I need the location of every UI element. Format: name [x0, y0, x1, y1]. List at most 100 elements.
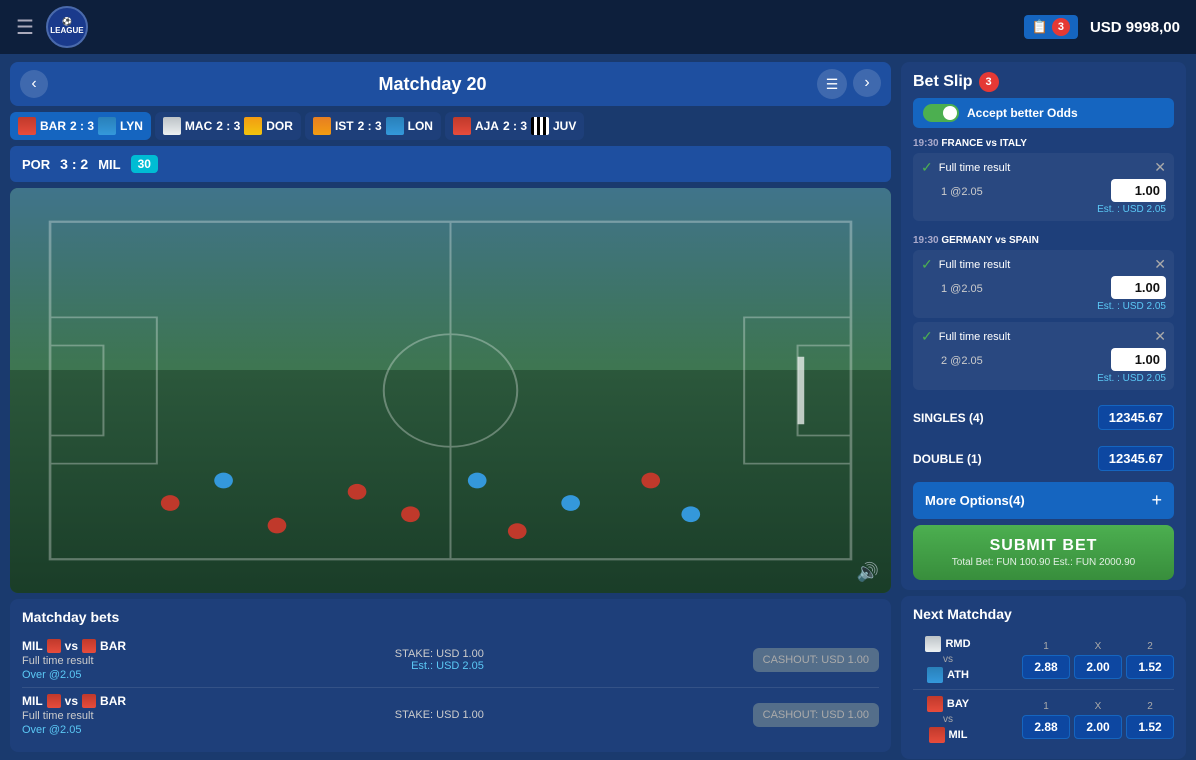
bet-entry-type-1-1: Full time result	[939, 331, 1011, 343]
live-score-bar: POR 3 : 2 MIL 30	[10, 146, 891, 182]
submit-bet-button[interactable]: SUBMIT BET Total Bet: FUN 100.90 Est.: F…	[913, 525, 1174, 580]
bet-type-1: Full time result	[22, 710, 126, 722]
bet-close-1-1[interactable]: ✕	[1154, 328, 1166, 345]
bet-amount-input-0-0[interactable]	[1111, 179, 1166, 202]
logo: ⚽LEAGUE	[46, 6, 88, 48]
jersey-lon	[386, 117, 404, 135]
odds-btn-x-0[interactable]: 2.00	[1074, 655, 1122, 679]
tab-team1-2: IST	[335, 119, 354, 133]
prev-matchday-button[interactable]: ‹	[20, 70, 48, 98]
left-panel: ‹ Matchday 20 ☰ › BAR 2 : 3 LYN MAC 2 : …	[10, 62, 891, 752]
double-row: DOUBLE (1) 12345.67	[913, 441, 1174, 476]
singles-row: SINGLES (4) 12345.67	[913, 400, 1174, 435]
odds-team1-0: RMD	[945, 638, 970, 650]
jersey-bar	[18, 117, 36, 135]
odds-row-1: BAY vs MIL 1 2.88 X 2.00	[913, 690, 1174, 749]
sound-icon[interactable]: 🔊	[857, 562, 879, 583]
bet-amount-input-1-1[interactable]	[1111, 348, 1166, 371]
odds-col-label-1-1: 1	[1043, 701, 1049, 712]
tab-team2-1: DOR	[266, 119, 293, 133]
tab-score-3: 2 : 3	[503, 119, 527, 133]
odds-btn-2-1[interactable]: 1.52	[1126, 715, 1174, 739]
bet-close-1-0[interactable]: ✕	[1154, 256, 1166, 273]
next-matchday-button[interactable]: ›	[853, 69, 881, 97]
live-team2: MIL	[98, 157, 120, 172]
score-tab-2[interactable]: IST 2 : 3 LON	[305, 112, 441, 140]
bet-type-0: Full time result	[22, 655, 126, 667]
bet-est-1-1: Est. : USD 2.05	[921, 373, 1166, 384]
bet-close-0-0[interactable]: ✕	[1154, 159, 1166, 176]
matchday-title: Matchday 20	[378, 74, 486, 95]
matchday-bets-title: Matchday bets	[22, 609, 879, 625]
jersey-ath	[927, 667, 943, 683]
match-section-1: 19:30 GERMANY vs SPAIN ✓ Full time resul…	[913, 235, 1174, 394]
bet-team1-0: MIL	[22, 639, 43, 653]
bet-entry-odds-0-0: 1 @2.05	[941, 186, 983, 198]
odds-col-1-0: 1 2.88	[1022, 641, 1070, 679]
odds-vs-1: vs	[943, 714, 953, 725]
bet-teams-0: MIL vs BAR	[22, 639, 126, 653]
odds-btn-2-0[interactable]: 1.52	[1126, 655, 1174, 679]
matchday-list-button[interactable]: ☰	[817, 69, 847, 99]
bet-odds-1: Over @2.05	[22, 724, 126, 736]
bet-row-1: MIL vs BAR Full time result Over @2.05 S…	[22, 688, 879, 742]
odds-btn-x-1[interactable]: 2.00	[1074, 715, 1122, 739]
score-tab-0[interactable]: BAR 2 : 3 LYN	[10, 112, 151, 140]
bet-entry-type-0-0: Full time result	[939, 162, 1011, 174]
jersey-mil-1	[47, 694, 61, 708]
video-area: 🔊	[10, 188, 891, 593]
hamburger-icon[interactable]: ☰	[16, 15, 34, 40]
bet-stake-1: STAKE: USD 1.00	[395, 709, 484, 721]
jersey-bar-bet-1	[82, 694, 96, 708]
bet-left-1: MIL vs BAR Full time result Over @2.05	[22, 694, 126, 736]
match-section-0: 19:30 FRANCE vs ITALY ✓ Full time result…	[913, 138, 1174, 225]
more-options-row[interactable]: More Options(4) +	[913, 482, 1174, 519]
accept-odds-row[interactable]: Accept better Odds	[913, 98, 1174, 128]
bet-entry-left-1-0: ✓ Full time result	[921, 256, 1010, 273]
next-matchday-title: Next Matchday	[913, 606, 1174, 622]
jersey-bar-bet-0	[82, 639, 96, 653]
bet-amount-input-1-0[interactable]	[1111, 276, 1166, 299]
cashout-button-0[interactable]: CASHOUT: USD 1.00	[753, 648, 879, 672]
odds-buttons-1: 1 2.88 X 2.00 2 1.52	[983, 701, 1174, 739]
bet-right-0: STAKE: USD 1.00 Est.: USD 2.05	[395, 648, 484, 672]
submit-bet-label: SUBMIT BET	[990, 537, 1098, 555]
double-value: 12345.67	[1098, 446, 1174, 471]
bet-entry-0-0: ✓ Full time result ✕ 1 @2.05 Est. : USD …	[913, 153, 1174, 221]
right-panel: Bet Slip 3 Accept better Odds 19:30 FRAN…	[901, 62, 1186, 752]
score-tab-1[interactable]: MAC 2 : 3 DOR	[155, 112, 301, 140]
more-options-label: More Options(4)	[925, 493, 1025, 508]
cashout-button-1[interactable]: CASHOUT: USD 1.00	[753, 703, 879, 727]
odds-col-2-0: 2 1.52	[1126, 641, 1174, 679]
odds-col-2-1: 2 1.52	[1126, 701, 1174, 739]
bet-entry-left-1-1: ✓ Full time result	[921, 328, 1010, 345]
notification-badge[interactable]: 📋 3	[1024, 15, 1078, 39]
odds-btn-1-0[interactable]: 2.88	[1022, 655, 1070, 679]
odds-btn-1-1[interactable]: 2.88	[1022, 715, 1070, 739]
bet-entry-odds-1-1: 2 @2.05	[941, 355, 983, 367]
odds-team2-0: ATH	[947, 669, 969, 681]
jersey-lyn	[98, 117, 116, 135]
odds-row-0: RMD vs ATH 1 2.88 X 2.00	[913, 630, 1174, 690]
jersey-bay	[927, 696, 943, 712]
odds-vs-0: vs	[943, 654, 953, 665]
bet-teams-1: MIL vs BAR	[22, 694, 126, 708]
check-icon-1-0: ✓	[921, 256, 933, 273]
jersey-mil-0	[47, 639, 61, 653]
tab-team1-3: AJA	[475, 119, 499, 133]
video-placeholder: 🔊	[10, 188, 891, 593]
jersey-juv	[531, 117, 549, 135]
bet-odds-0: Over @2.05	[22, 669, 126, 681]
bet-entry-row-1-1: ✓ Full time result ✕	[921, 328, 1166, 345]
players-svg	[10, 188, 891, 593]
submit-bet-sub: Total Bet: FUN 100.90 Est.: FUN 2000.90	[952, 557, 1135, 568]
odds-buttons-0: 1 2.88 X 2.00 2 1.52	[983, 641, 1174, 679]
bet-vs-1: vs	[65, 694, 78, 708]
bet-slip-count: 3	[979, 72, 999, 92]
score-tab-3[interactable]: AJA 2 : 3 JUV	[445, 112, 584, 140]
score-tabs: BAR 2 : 3 LYN MAC 2 : 3 DOR IST 2 : 3 LO…	[10, 112, 891, 140]
bet-entry-odds-1-0: 1 @2.05	[941, 283, 983, 295]
bet-row-0: MIL vs BAR Full time result Over @2.05 S…	[22, 633, 879, 688]
accept-odds-toggle[interactable]	[923, 104, 959, 122]
bet-entry-1-1: ✓ Full time result ✕ 2 @2.05 Est. : USD …	[913, 322, 1174, 390]
